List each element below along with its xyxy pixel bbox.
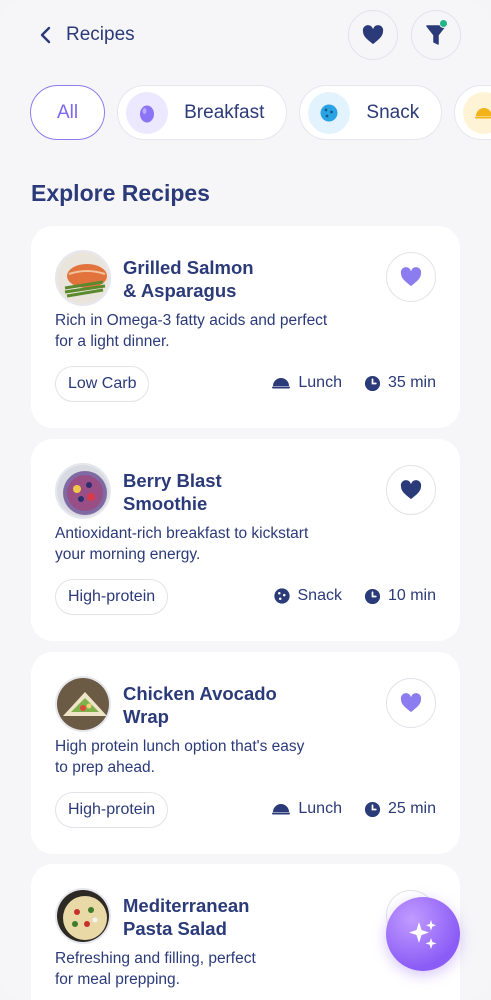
recipe-image	[55, 676, 111, 732]
filter-chip-all[interactable]: All	[30, 85, 106, 140]
cook-time: 35 min	[364, 374, 436, 392]
clock-icon	[364, 801, 381, 817]
chip-label: Snack	[366, 101, 420, 123]
filter-chip-breakfast[interactable]: Breakfast	[117, 85, 288, 140]
meal-type: Snack	[273, 587, 342, 605]
chip-label: All	[57, 101, 79, 123]
cloche-icon	[272, 804, 291, 815]
cookie-icon	[308, 91, 351, 134]
back-button[interactable]	[34, 22, 56, 48]
page-title: Recipes	[66, 24, 135, 45]
recipe-card[interactable]: Chicken Avocado Wrap High protein lunch …	[31, 652, 460, 854]
favorite-button[interactable]	[386, 678, 436, 728]
recipe-meta: Lunch 35 min	[249, 374, 436, 392]
recipes-screen: Recipes All Breakfast Snack Explore Reci…	[0, 0, 491, 1000]
recipe-image	[55, 250, 111, 306]
heart-icon	[400, 693, 422, 713]
clock-icon	[364, 588, 381, 604]
recipe-meta: Snack 10 min	[251, 587, 436, 605]
diet-tag: High-protein	[55, 792, 169, 828]
chevron-left-icon	[40, 26, 51, 44]
favorite-button[interactable]	[386, 465, 436, 515]
filter-chip-lunch[interactable]	[454, 85, 491, 140]
recipe-title: Chicken Avocado Wrap	[123, 683, 277, 727]
cloche-icon	[463, 91, 491, 134]
meal-type: Lunch	[271, 800, 342, 818]
recipe-meta: Lunch 25 min	[249, 800, 436, 818]
heart-icon	[400, 480, 422, 500]
heart-icon	[400, 267, 422, 287]
category-filters: All Breakfast Snack	[30, 85, 491, 140]
recipe-description: Rich in Omega-3 fatty acids and perfect …	[55, 312, 328, 350]
ai-assistant-button[interactable]	[386, 897, 460, 971]
recipe-card[interactable]: Berry Blast Smoothie Antioxidant-rich br…	[31, 439, 460, 641]
favorites-button[interactable]	[348, 10, 398, 60]
notification-dot	[439, 19, 448, 28]
recipe-image	[55, 463, 111, 519]
sparkles-icon	[409, 920, 437, 949]
recipe-description: Refreshing and filling, perfect for meal…	[55, 950, 256, 988]
section-title: Explore Recipes	[31, 180, 210, 206]
header: Recipes	[0, 10, 491, 60]
recipe-description: Antioxidant-rich breakfast to kickstart …	[55, 525, 309, 563]
recipe-image	[55, 888, 111, 944]
chip-label: Breakfast	[184, 101, 265, 123]
diet-tag: Low Carb	[55, 366, 150, 402]
cook-time: 25 min	[364, 800, 436, 818]
recipe-card[interactable]: Grilled Salmon & Asparagus Rich in Omega…	[31, 226, 460, 428]
clock-icon	[364, 375, 381, 391]
heart-icon	[362, 25, 384, 45]
recipe-title: Grilled Salmon & Asparagus	[123, 257, 254, 301]
favorite-button[interactable]	[386, 252, 436, 302]
cloche-icon	[272, 378, 291, 389]
filter-button[interactable]	[411, 10, 461, 60]
cookie-icon	[273, 588, 290, 604]
cook-time: 10 min	[364, 587, 436, 605]
filter-chip-snack[interactable]: Snack	[299, 85, 443, 140]
diet-tag: High-protein	[55, 579, 169, 615]
meal-type: Lunch	[271, 374, 342, 392]
egg-icon	[126, 91, 169, 134]
recipe-title: Berry Blast Smoothie	[123, 470, 222, 514]
recipe-description: High protein lunch option that's easy to…	[55, 738, 305, 776]
recipe-title: Mediterranean Pasta Salad	[123, 895, 250, 939]
